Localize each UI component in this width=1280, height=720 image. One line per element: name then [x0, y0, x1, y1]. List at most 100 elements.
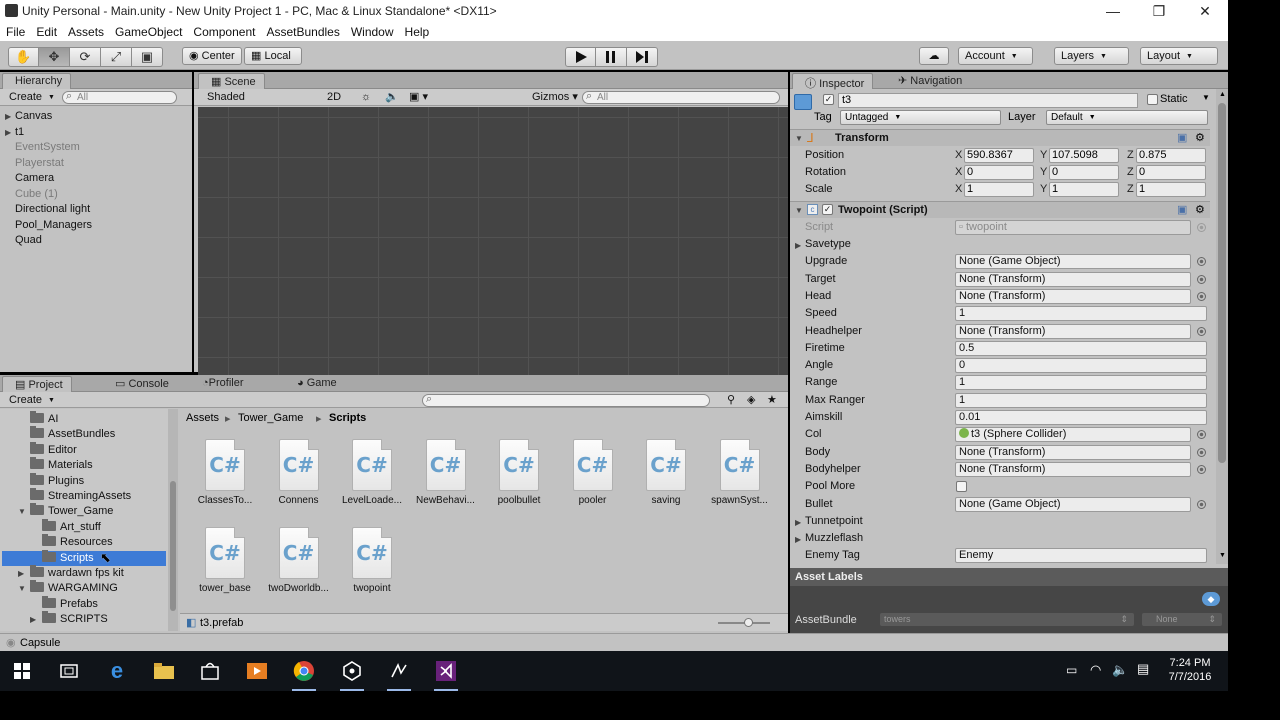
layer-dropdown[interactable]: Default — [1046, 110, 1208, 125]
value-field[interactable]: 0 — [955, 358, 1207, 374]
object-picker-icon[interactable] — [1197, 326, 1206, 336]
tree-scroll-thumb[interactable] — [170, 481, 176, 611]
tab-game[interactable]: ◕ Game — [285, 376, 345, 392]
label-tag-icon[interactable]: ◆ — [1202, 592, 1220, 606]
hierarchy-item[interactable]: Canvas — [15, 110, 52, 122]
favorite-star-icon[interactable]: ★ — [762, 393, 782, 408]
menu-component[interactable]: Component — [187, 22, 260, 39]
account-dropdown[interactable]: Account — [958, 47, 1033, 65]
hierarchy-item[interactable]: Playerstat — [15, 157, 64, 169]
expand-arrow-icon[interactable]: ▶ — [795, 518, 801, 527]
transform-y-field[interactable]: 0 — [1049, 165, 1119, 180]
transform-z-field[interactable]: 0.875 — [1136, 148, 1206, 163]
value-field[interactable]: 0.01 — [955, 410, 1207, 425]
cloud-button[interactable]: ☁ — [919, 47, 949, 65]
rotate-tool-icon[interactable]: ⟳ — [70, 47, 101, 67]
tree-folder-item[interactable]: Plugins — [30, 472, 84, 487]
tree-folder-item[interactable]: SCRIPTS — [42, 611, 108, 625]
tab-console[interactable]: ▭ Console — [103, 376, 177, 392]
scroll-up-icon[interactable]: ▲ — [1219, 91, 1226, 98]
assetbundle-dropdown[interactable]: towers ⇕ — [880, 613, 1134, 626]
rect-tool-icon[interactable]: ▣ — [132, 47, 163, 67]
close-button[interactable]: ✕ — [1182, 0, 1228, 22]
edge-browser-icon[interactable]: e — [103, 657, 131, 685]
active-checkbox[interactable]: ✓ — [823, 94, 834, 105]
menu-assets[interactable]: Assets — [62, 22, 109, 39]
hierarchy-create-button[interactable]: Create — [4, 90, 60, 105]
tab-profiler[interactable]: ◔Profiler — [190, 376, 252, 392]
value-field[interactable]: Enemy — [955, 548, 1207, 564]
asset-item[interactable]: C# twopoint — [333, 527, 411, 594]
object-picker-icon[interactable] — [1197, 430, 1206, 440]
tree-folder-item[interactable]: wardawn fps kit — [30, 565, 124, 579]
asset-item[interactable]: C# spawnSyst... — [701, 439, 779, 506]
expand-arrow-icon[interactable]: ▶ — [5, 128, 11, 137]
tree-folder-item[interactable]: AI — [30, 411, 58, 425]
hierarchy-item[interactable]: Pool_Managers — [15, 219, 92, 231]
static-dropdown-icon[interactable]: ▼ — [1202, 93, 1210, 102]
pool-more-checkbox[interactable] — [956, 481, 967, 493]
project-create-button[interactable]: Create — [4, 393, 60, 408]
object-picker-icon[interactable] — [1197, 274, 1206, 284]
breadcrumb-scripts[interactable]: Scripts — [329, 412, 366, 424]
gizmos-dropdown[interactable]: Gizmos ▾ — [527, 90, 583, 105]
object-name-field[interactable]: t3 — [838, 93, 1138, 108]
value-field[interactable]: 1 — [955, 306, 1207, 322]
breadcrumb-assets[interactable]: Assets — [186, 412, 219, 424]
filter-label-icon[interactable]: ◈ — [742, 393, 760, 408]
tree-folder-item[interactable]: WARGAMING — [30, 580, 118, 594]
expand-arrow-icon[interactable]: ▶ — [5, 112, 11, 121]
asset-item[interactable]: C# tower_base — [186, 527, 264, 594]
fold-down-icon[interactable]: ▼ — [18, 584, 26, 593]
object-reference-field[interactable]: None (Game Object) — [955, 496, 1191, 512]
start-windows-icon[interactable] — [8, 657, 36, 685]
media-player-icon[interactable] — [243, 657, 271, 685]
script-enabled-checkbox[interactable]: ✓ — [822, 204, 833, 215]
hierarchy-item[interactable]: Directional light — [15, 203, 90, 215]
hierarchy-search-input[interactable]: All — [62, 91, 177, 104]
lighting-toggle-icon[interactable]: ☼ — [356, 90, 376, 105]
layers-dropdown[interactable]: Layers — [1054, 47, 1129, 65]
tray-network-icon[interactable]: ◠ — [1090, 662, 1101, 678]
tray-battery-icon[interactable]: ▭ — [1066, 663, 1077, 677]
move-tool-icon[interactable]: ✥ — [39, 47, 70, 67]
expand-arrow-icon[interactable]: ▶ — [795, 241, 801, 250]
object-picker-icon[interactable] — [1197, 291, 1206, 301]
chrome-browser-icon[interactable] — [290, 657, 318, 691]
step-button[interactable] — [627, 47, 658, 67]
assetbundle-variant-dropdown[interactable]: None ⇕ — [1142, 613, 1222, 626]
tree-folder-item[interactable]: Art_stuff — [42, 518, 101, 533]
mode-2d-toggle[interactable]: 2D — [322, 90, 346, 105]
transform-y-field[interactable]: 107.5098 — [1049, 148, 1119, 163]
tray-clock[interactable]: 7:24 PM 7/7/2016 — [1160, 656, 1220, 684]
tree-folder-item[interactable]: Resources — [42, 534, 113, 548]
hierarchy-item[interactable]: t1 — [15, 126, 24, 138]
minimize-button[interactable]: — — [1090, 0, 1136, 22]
tree-folder-item[interactable]: Scripts — [42, 549, 94, 564]
object-reference-field[interactable]: None (Transform) — [955, 444, 1191, 460]
asset-item[interactable]: C# ClassesTo... — [186, 439, 264, 506]
value-field[interactable]: 1 — [955, 392, 1207, 408]
transform-x-field[interactable]: 1 — [964, 182, 1034, 197]
icon-size-slider[interactable] — [718, 618, 770, 627]
asset-item[interactable]: C# NewBehavi... — [407, 439, 485, 506]
menu-file[interactable]: File — [0, 22, 30, 39]
filter-type-icon[interactable]: ⚲ — [722, 393, 740, 408]
object-picker-icon[interactable] — [1197, 257, 1206, 267]
shading-mode-dropdown[interactable]: Shaded — [202, 90, 314, 105]
hierarchy-item[interactable]: EventSystem — [15, 141, 80, 153]
asset-item[interactable]: C# saving — [627, 439, 705, 506]
tree-scrollbar[interactable] — [168, 409, 178, 631]
script-field-row[interactable]: ▶ Savetype — [790, 237, 1210, 254]
store-icon[interactable] — [196, 657, 224, 685]
breadcrumb-tower-game[interactable]: Tower_Game — [238, 412, 303, 424]
unity-editor-icon[interactable] — [338, 657, 366, 691]
object-picker-icon[interactable] — [1197, 464, 1206, 474]
tree-folder-item[interactable]: StreamingAssets — [30, 488, 131, 502]
object-reference-field[interactable]: t3 (Sphere Collider) — [955, 427, 1191, 443]
pivot-local-button[interactable]: ▦ Local — [244, 47, 302, 65]
object-reference-field[interactable]: None (Transform) — [955, 288, 1191, 304]
tab-inspector[interactable]: ⓘ Inspector — [792, 73, 874, 90]
help-book-icon[interactable]: ▣ — [1177, 203, 1187, 216]
tab-scene[interactable]: ▦ Scene — [198, 73, 265, 89]
